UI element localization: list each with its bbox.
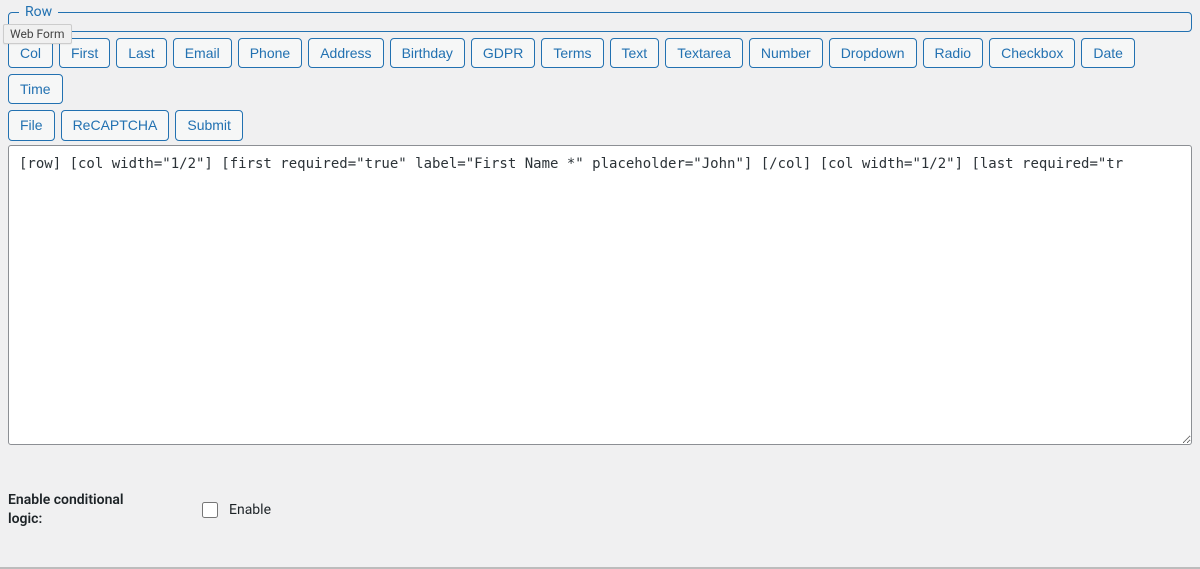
- shortcode-buttons-row2: File ReCAPTCHA Submit: [8, 110, 1192, 140]
- btn-gdpr[interactable]: GDPR: [471, 38, 535, 68]
- fieldset-row[interactable]: Row: [8, 4, 1192, 32]
- btn-birthday[interactable]: Birthday: [390, 38, 465, 68]
- btn-phone[interactable]: Phone: [238, 38, 302, 68]
- btn-text[interactable]: Text: [610, 38, 660, 68]
- shortcode-buttons-row1: Col First Last Email Phone Address Birth…: [8, 38, 1192, 104]
- btn-time[interactable]: Time: [8, 74, 63, 104]
- conditional-logic-control[interactable]: Enable: [198, 499, 271, 521]
- btn-email[interactable]: Email: [173, 38, 232, 68]
- btn-last[interactable]: Last: [116, 38, 166, 68]
- btn-number[interactable]: Number: [749, 38, 823, 68]
- btn-terms[interactable]: Terms: [541, 38, 603, 68]
- btn-checkbox[interactable]: Checkbox: [989, 38, 1075, 68]
- btn-submit[interactable]: Submit: [175, 110, 243, 140]
- btn-address[interactable]: Address: [308, 38, 383, 68]
- conditional-logic-label: Enable conditional logic:: [8, 491, 148, 530]
- btn-dropdown[interactable]: Dropdown: [829, 38, 917, 68]
- btn-file[interactable]: File: [8, 110, 55, 140]
- btn-date[interactable]: Date: [1081, 38, 1135, 68]
- btn-recaptcha[interactable]: ReCAPTCHA: [61, 110, 170, 140]
- conditional-logic-checkbox-label: Enable: [229, 502, 271, 518]
- conditional-logic-row: Enable conditional logic: Enable: [8, 491, 1192, 530]
- btn-radio[interactable]: Radio: [923, 38, 984, 68]
- tooltip-web-form: Web Form: [3, 24, 72, 44]
- shortcode-textarea[interactable]: [8, 145, 1192, 445]
- fieldset-legend: Row: [19, 4, 58, 20]
- conditional-logic-checkbox[interactable]: [202, 502, 218, 518]
- btn-textarea[interactable]: Textarea: [665, 38, 743, 68]
